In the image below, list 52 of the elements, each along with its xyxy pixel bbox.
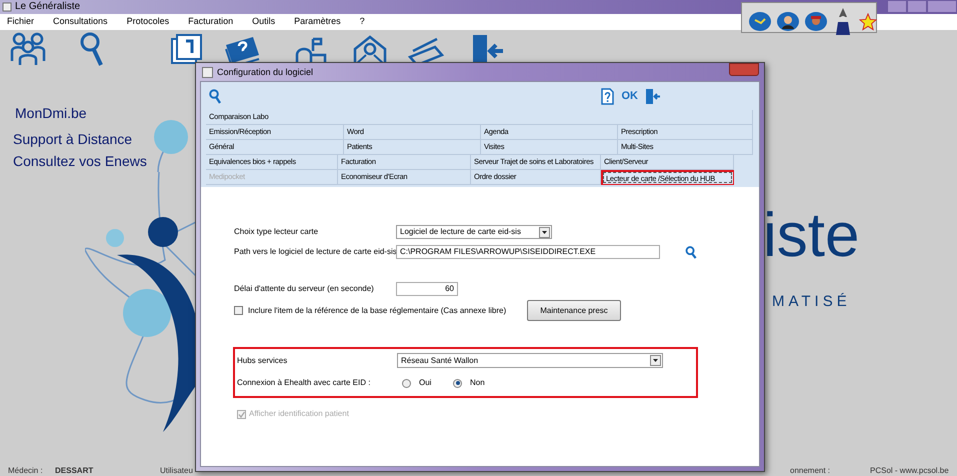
search-icon[interactable] [209, 88, 221, 104]
field-label: Délai d'attente du serveur (en seconde) [234, 283, 375, 295]
hubs-dropdown[interactable]: Réseau Santé Wallon [397, 353, 663, 368]
radio-label: Non [470, 377, 485, 389]
sphere-drawing [154, 120, 190, 172]
radio-label: Oui [419, 377, 432, 389]
exit-door-icon[interactable] [645, 88, 661, 104]
close-button[interactable] [927, 0, 957, 13]
status-text: onnement : [790, 466, 830, 476]
status-text: Médecin : [8, 466, 43, 476]
window-title: Le Généraliste [15, 2, 80, 12]
checkbox-label: Afficher identification patient [249, 408, 349, 420]
checkbox[interactable] [234, 306, 243, 315]
sidebar-link[interactable]: Consultez vos Enews [13, 153, 147, 170]
help-document-icon[interactable] [600, 88, 614, 104]
path-input-field[interactable]: C:\PROGRAM FILES\ARROWUP\SISEIDDIRECT.EXE [396, 245, 660, 259]
status-text: DESSART [55, 466, 94, 476]
reader-type-dropdown[interactable]: Logiciel de lecture de carte eid-sis [396, 225, 552, 239]
radio-button[interactable] [453, 378, 462, 388]
star-icon[interactable] [859, 12, 877, 30]
menu-item[interactable]: Paramètres [294, 15, 341, 29]
checkbox-label: Inclure l'item de la référence de la base réglementaire (Cas annexe libre) [248, 304, 508, 316]
field-label: Connexion à Ehealth avec carte EID : [237, 377, 372, 389]
person-round-icon[interactable] [777, 12, 799, 31]
sidebar-link[interactable]: Support à Distance [13, 131, 147, 148]
menu-item[interactable]: Consultations [53, 15, 108, 29]
field-label: Path vers le logiciel de lecture de carte eid-sis [234, 246, 396, 258]
menu-item[interactable]: Facturation [188, 15, 234, 29]
round-icon[interactable] [749, 12, 771, 31]
app-icon [2, 2, 12, 12]
menu-item[interactable]: Fichier [7, 15, 34, 29]
field-label: Hubs services [237, 354, 288, 366]
logo-tagline: MATISÉ [772, 294, 851, 309]
logo-text: iste [763, 205, 860, 267]
search-icon[interactable] [685, 246, 697, 258]
menu-item[interactable]: ? [360, 15, 365, 29]
status-text: PCSol - www.pcsol.be [870, 466, 949, 476]
delay-input-field[interactable]: 60 [396, 282, 458, 296]
maximize-button[interactable] [907, 0, 927, 13]
field-label: Choix type lecteur carte [234, 226, 320, 238]
dialog-icon [202, 66, 213, 78]
menu-item[interactable]: Protocoles [126, 15, 170, 29]
dialog-title: Configuration du logiciel [217, 68, 314, 76]
ok-button[interactable]: OK [622, 90, 638, 102]
minimize-button[interactable] [887, 0, 907, 13]
status-text: Utilisateu [160, 466, 193, 476]
close-button[interactable] [729, 63, 759, 76]
wizard-icon[interactable] [833, 8, 853, 35]
radio-button[interactable] [402, 378, 411, 388]
maintenance-button[interactable]: Maintenance presc [527, 300, 621, 321]
menu-item[interactable]: Outils [252, 15, 276, 29]
sidebar-link[interactable]: MonDmi.be [15, 105, 147, 122]
